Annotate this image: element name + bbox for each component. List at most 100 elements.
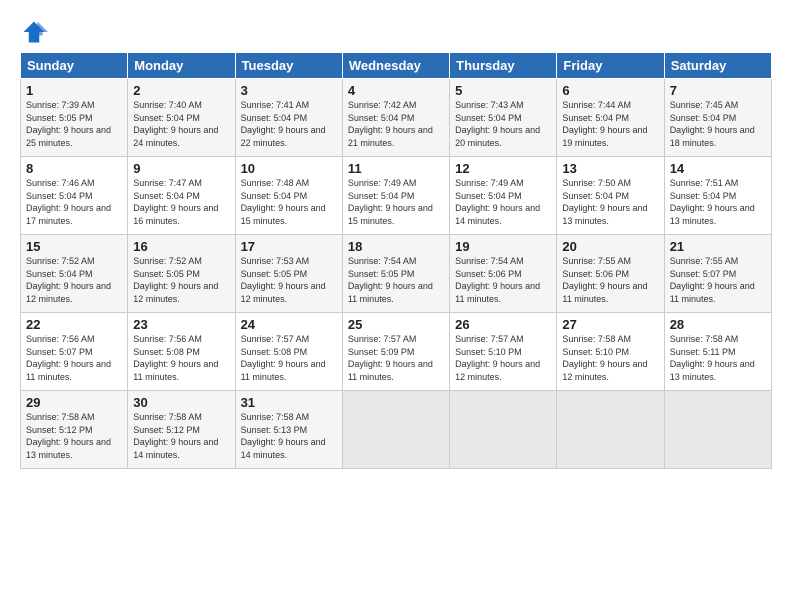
day-info: Sunrise: 7:52 AMSunset: 5:05 PMDaylight:… (133, 256, 218, 304)
calendar-week-row: 1Sunrise: 7:39 AMSunset: 5:05 PMDaylight… (21, 79, 772, 157)
day-info: Sunrise: 7:54 AMSunset: 5:06 PMDaylight:… (455, 256, 540, 304)
page: SundayMondayTuesdayWednesdayThursdayFrid… (0, 0, 792, 612)
day-number: 8 (26, 161, 122, 176)
calendar-cell-27: 27 Sunrise: 7:58 AMSunset: 5:10 PMDayligh… (557, 313, 664, 391)
day-info: Sunrise: 7:43 AMSunset: 5:04 PMDaylight:… (455, 100, 540, 148)
day-info: Sunrise: 7:42 AMSunset: 5:04 PMDaylight:… (348, 100, 433, 148)
day-number: 12 (455, 161, 551, 176)
weekday-header-thursday: Thursday (450, 53, 557, 79)
calendar-cell-19: 19 Sunrise: 7:54 AMSunset: 5:06 PMDayligh… (450, 235, 557, 313)
weekday-header-monday: Monday (128, 53, 235, 79)
day-info: Sunrise: 7:49 AMSunset: 5:04 PMDaylight:… (455, 178, 540, 226)
day-info: Sunrise: 7:57 AMSunset: 5:08 PMDaylight:… (241, 334, 326, 382)
day-info: Sunrise: 7:58 AMSunset: 5:13 PMDaylight:… (241, 412, 326, 460)
header-row (20, 18, 772, 46)
calendar-cell-6: 6 Sunrise: 7:44 AMSunset: 5:04 PMDaylight… (557, 79, 664, 157)
day-info: Sunrise: 7:48 AMSunset: 5:04 PMDaylight:… (241, 178, 326, 226)
day-number: 1 (26, 83, 122, 98)
calendar-week-row: 15 Sunrise: 7:52 AMSunset: 5:04 PMDayligh… (21, 235, 772, 313)
day-info: Sunrise: 7:51 AMSunset: 5:04 PMDaylight:… (670, 178, 755, 226)
day-number: 21 (670, 239, 766, 254)
day-number: 20 (562, 239, 658, 254)
day-number: 2 (133, 83, 229, 98)
day-number: 13 (562, 161, 658, 176)
day-number: 6 (562, 83, 658, 98)
calendar-cell-31: 31 Sunrise: 7:58 AMSunset: 5:13 PMDayligh… (235, 391, 342, 469)
calendar-cell-12: 12 Sunrise: 7:49 AMSunset: 5:04 PMDayligh… (450, 157, 557, 235)
calendar-cell-23: 23 Sunrise: 7:56 AMSunset: 5:08 PMDayligh… (128, 313, 235, 391)
logo (20, 18, 52, 46)
day-info: Sunrise: 7:46 AMSunset: 5:04 PMDaylight:… (26, 178, 111, 226)
calendar-cell-14: 14 Sunrise: 7:51 AMSunset: 5:04 PMDayligh… (664, 157, 771, 235)
day-number: 24 (241, 317, 337, 332)
calendar-cell-11: 11 Sunrise: 7:49 AMSunset: 5:04 PMDayligh… (342, 157, 449, 235)
calendar-cell-16: 16Sunrise: 7:52 AMSunset: 5:05 PMDayligh… (128, 235, 235, 313)
day-info: Sunrise: 7:58 AMSunset: 5:10 PMDaylight:… (562, 334, 647, 382)
logo-icon (20, 18, 48, 46)
day-info: Sunrise: 7:47 AMSunset: 5:04 PMDaylight:… (133, 178, 218, 226)
calendar-cell-18: 18 Sunrise: 7:54 AMSunset: 5:05 PMDayligh… (342, 235, 449, 313)
day-number: 30 (133, 395, 229, 410)
day-number: 7 (670, 83, 766, 98)
day-info: Sunrise: 7:53 AMSunset: 5:05 PMDaylight:… (241, 256, 326, 304)
calendar-cell-24: 24 Sunrise: 7:57 AMSunset: 5:08 PMDayligh… (235, 313, 342, 391)
calendar-cell-15: 15 Sunrise: 7:52 AMSunset: 5:04 PMDayligh… (21, 235, 128, 313)
calendar-cell-empty (664, 391, 771, 469)
day-number: 28 (670, 317, 766, 332)
weekday-header-sunday: Sunday (21, 53, 128, 79)
day-info: Sunrise: 7:40 AMSunset: 5:04 PMDaylight:… (133, 100, 218, 148)
day-number: 4 (348, 83, 444, 98)
day-info: Sunrise: 7:54 AMSunset: 5:05 PMDaylight:… (348, 256, 433, 304)
day-number: 25 (348, 317, 444, 332)
day-number: 26 (455, 317, 551, 332)
day-info: Sunrise: 7:50 AMSunset: 5:04 PMDaylight:… (562, 178, 647, 226)
day-info: Sunrise: 7:57 AMSunset: 5:09 PMDaylight:… (348, 334, 433, 382)
day-info: Sunrise: 7:55 AMSunset: 5:06 PMDaylight:… (562, 256, 647, 304)
calendar-cell-17: 17 Sunrise: 7:53 AMSunset: 5:05 PMDayligh… (235, 235, 342, 313)
day-info: Sunrise: 7:56 AMSunset: 5:08 PMDaylight:… (133, 334, 218, 382)
calendar-cell-25: 25 Sunrise: 7:57 AMSunset: 5:09 PMDayligh… (342, 313, 449, 391)
day-info: Sunrise: 7:57 AMSunset: 5:10 PMDaylight:… (455, 334, 540, 382)
calendar-cell-13: 13 Sunrise: 7:50 AMSunset: 5:04 PMDayligh… (557, 157, 664, 235)
day-info: Sunrise: 7:44 AMSunset: 5:04 PMDaylight:… (562, 100, 647, 148)
calendar-cell-22: 22 Sunrise: 7:56 AMSunset: 5:07 PMDayligh… (21, 313, 128, 391)
day-number: 27 (562, 317, 658, 332)
day-info: Sunrise: 7:58 AMSunset: 5:12 PMDaylight:… (26, 412, 111, 460)
calendar-cell-2: 2 Sunrise: 7:40 AMSunset: 5:04 PMDaylight… (128, 79, 235, 157)
day-number: 15 (26, 239, 122, 254)
calendar-week-row: 8 Sunrise: 7:46 AMSunset: 5:04 PMDaylight… (21, 157, 772, 235)
weekday-header-wednesday: Wednesday (342, 53, 449, 79)
day-number: 17 (241, 239, 337, 254)
weekday-header-tuesday: Tuesday (235, 53, 342, 79)
weekday-header-saturday: Saturday (664, 53, 771, 79)
calendar-table: SundayMondayTuesdayWednesdayThursdayFrid… (20, 52, 772, 469)
calendar-cell-21: 21Sunrise: 7:55 AMSunset: 5:07 PMDayligh… (664, 235, 771, 313)
calendar-cell-4: 4 Sunrise: 7:42 AMSunset: 5:04 PMDaylight… (342, 79, 449, 157)
calendar-cell-20: 20 Sunrise: 7:55 AMSunset: 5:06 PMDayligh… (557, 235, 664, 313)
calendar-cell-28: 28 Sunrise: 7:58 AMSunset: 5:11 PMDayligh… (664, 313, 771, 391)
day-number: 11 (348, 161, 444, 176)
day-info: Sunrise: 7:45 AMSunset: 5:04 PMDaylight:… (670, 100, 755, 148)
calendar-cell-empty (342, 391, 449, 469)
day-info: Sunrise: 7:52 AMSunset: 5:04 PMDaylight:… (26, 256, 111, 304)
calendar-cell-empty (557, 391, 664, 469)
calendar-cell-29: 29Sunrise: 7:58 AMSunset: 5:12 PMDayligh… (21, 391, 128, 469)
day-number: 3 (241, 83, 337, 98)
day-number: 18 (348, 239, 444, 254)
day-info: Sunrise: 7:49 AMSunset: 5:04 PMDaylight:… (348, 178, 433, 226)
day-number: 14 (670, 161, 766, 176)
day-number: 9 (133, 161, 229, 176)
calendar-cell-5: 5Sunrise: 7:43 AMSunset: 5:04 PMDaylight… (450, 79, 557, 157)
day-number: 31 (241, 395, 337, 410)
day-number: 22 (26, 317, 122, 332)
day-info: Sunrise: 7:58 AMSunset: 5:11 PMDaylight:… (670, 334, 755, 382)
day-number: 19 (455, 239, 551, 254)
calendar-cell-9: 9 Sunrise: 7:47 AMSunset: 5:04 PMDaylight… (128, 157, 235, 235)
day-info: Sunrise: 7:56 AMSunset: 5:07 PMDaylight:… (26, 334, 111, 382)
day-number: 10 (241, 161, 337, 176)
day-info: Sunrise: 7:58 AMSunset: 5:12 PMDaylight:… (133, 412, 218, 460)
day-number: 23 (133, 317, 229, 332)
calendar-week-row: 29Sunrise: 7:58 AMSunset: 5:12 PMDayligh… (21, 391, 772, 469)
calendar-cell-10: 10 Sunrise: 7:48 AMSunset: 5:04 PMDayligh… (235, 157, 342, 235)
weekday-header-friday: Friday (557, 53, 664, 79)
